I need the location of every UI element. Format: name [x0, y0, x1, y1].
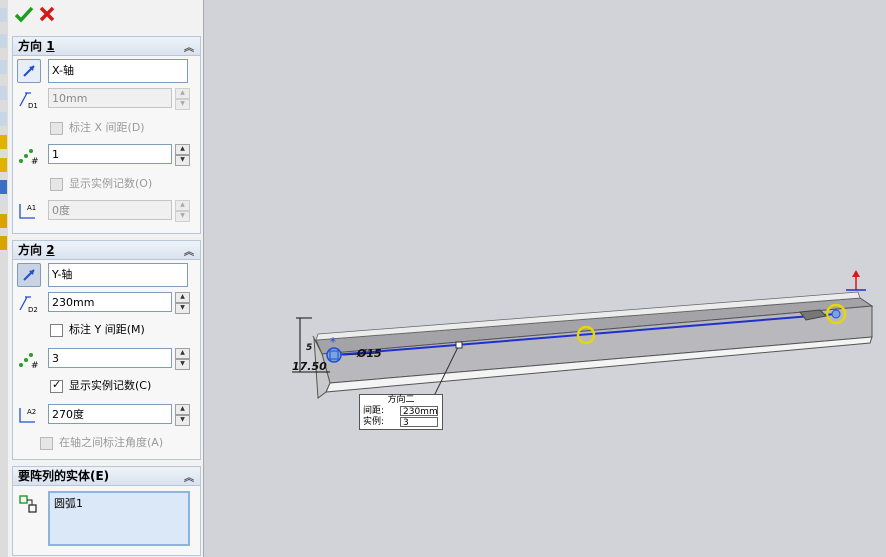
- callout-title: 方向二: [387, 395, 415, 405]
- callout-instances-value[interactable]: 3: [400, 417, 438, 428]
- callout-instances-label: 实例:: [363, 417, 385, 427]
- pattern-callout: 方向二 间距: 230mm 实例: 3: [359, 394, 443, 430]
- origin-marker-icon: *: [330, 335, 336, 349]
- pattern-handle[interactable]: [455, 341, 463, 349]
- seed-arc[interactable]: [326, 347, 342, 363]
- cad-viewport-drawing: *: [292, 270, 874, 399]
- callout-spacing-value[interactable]: 230mm: [400, 406, 438, 417]
- diameter-dimension[interactable]: Ø15: [357, 347, 382, 360]
- callout-spacing-label: 间距:: [363, 406, 385, 416]
- end-instance-handle[interactable]: [831, 309, 841, 319]
- offset-dimension[interactable]: 17.50: [292, 360, 327, 373]
- triad-y-arrow: [852, 270, 860, 277]
- small-dimension[interactable]: 5: [306, 343, 312, 353]
